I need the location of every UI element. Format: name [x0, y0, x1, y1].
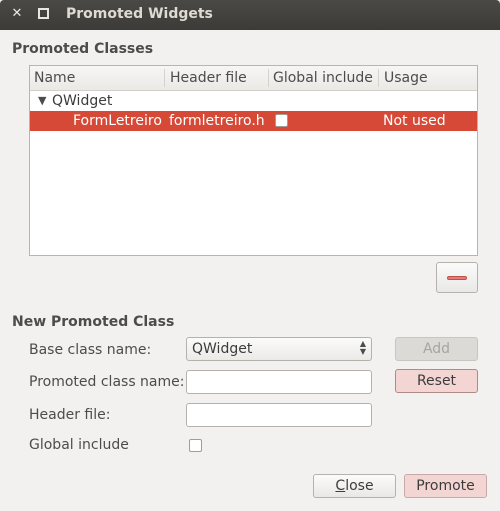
minus-icon [447, 276, 467, 280]
base-class-label: Base class name: [29, 342, 152, 358]
header-file-input[interactable] [186, 403, 372, 427]
class-name-cell: FormLetreiro [73, 113, 162, 129]
column-header-name[interactable]: Name [34, 70, 75, 86]
parent-class-name: QWidget [52, 93, 113, 109]
spin-arrows-icon: ▲ ▼ [359, 339, 366, 356]
base-class-combobox[interactable]: QWidget ▲ ▼ [186, 337, 372, 361]
header-file-label: Header file: [29, 407, 111, 423]
promoted-class-label: Promoted class name: [29, 374, 185, 390]
title-bar: ✕ Promoted Widgets [0, 0, 500, 30]
global-include-row-checkbox[interactable] [275, 114, 288, 127]
base-class-value: QWidget [192, 341, 253, 357]
close-mnemonic: C [335, 478, 346, 494]
add-button[interactable]: Add [395, 337, 478, 361]
maximize-window-icon[interactable] [36, 7, 50, 21]
new-promoted-class-heading: New Promoted Class [12, 314, 175, 330]
close-label-rest: lose [345, 478, 374, 494]
expand-triangle-icon[interactable]: ▼ [38, 94, 46, 107]
promoted-classes-tree[interactable]: Name Header file Global include Usage ▼ … [29, 65, 478, 256]
tree-row-selected[interactable]: FormLetreiro formletreiro.h Not used [30, 111, 477, 131]
reset-button[interactable]: Reset [395, 369, 478, 393]
column-header-header-file[interactable]: Header file [170, 70, 247, 86]
close-button[interactable]: Close [313, 474, 396, 498]
tree-header: Name Header file Global include Usage [30, 66, 477, 91]
header-file-cell: formletreiro.h [169, 113, 265, 129]
column-header-usage[interactable]: Usage [384, 70, 428, 86]
promoted-class-input[interactable] [186, 370, 372, 394]
promoted-classes-heading: Promoted Classes [12, 41, 154, 57]
remove-class-button[interactable] [436, 262, 478, 293]
global-include-label: Global include [29, 437, 129, 453]
window-title: Promoted Widgets [66, 6, 213, 22]
usage-cell: Not used [383, 113, 446, 129]
column-header-global-include[interactable]: Global include [273, 70, 373, 86]
global-include-checkbox[interactable] [189, 439, 202, 452]
tree-row-parent[interactable]: ▼ QWidget [30, 91, 477, 111]
close-window-icon[interactable]: ✕ [10, 7, 24, 21]
promote-button[interactable]: Promote [404, 474, 487, 498]
